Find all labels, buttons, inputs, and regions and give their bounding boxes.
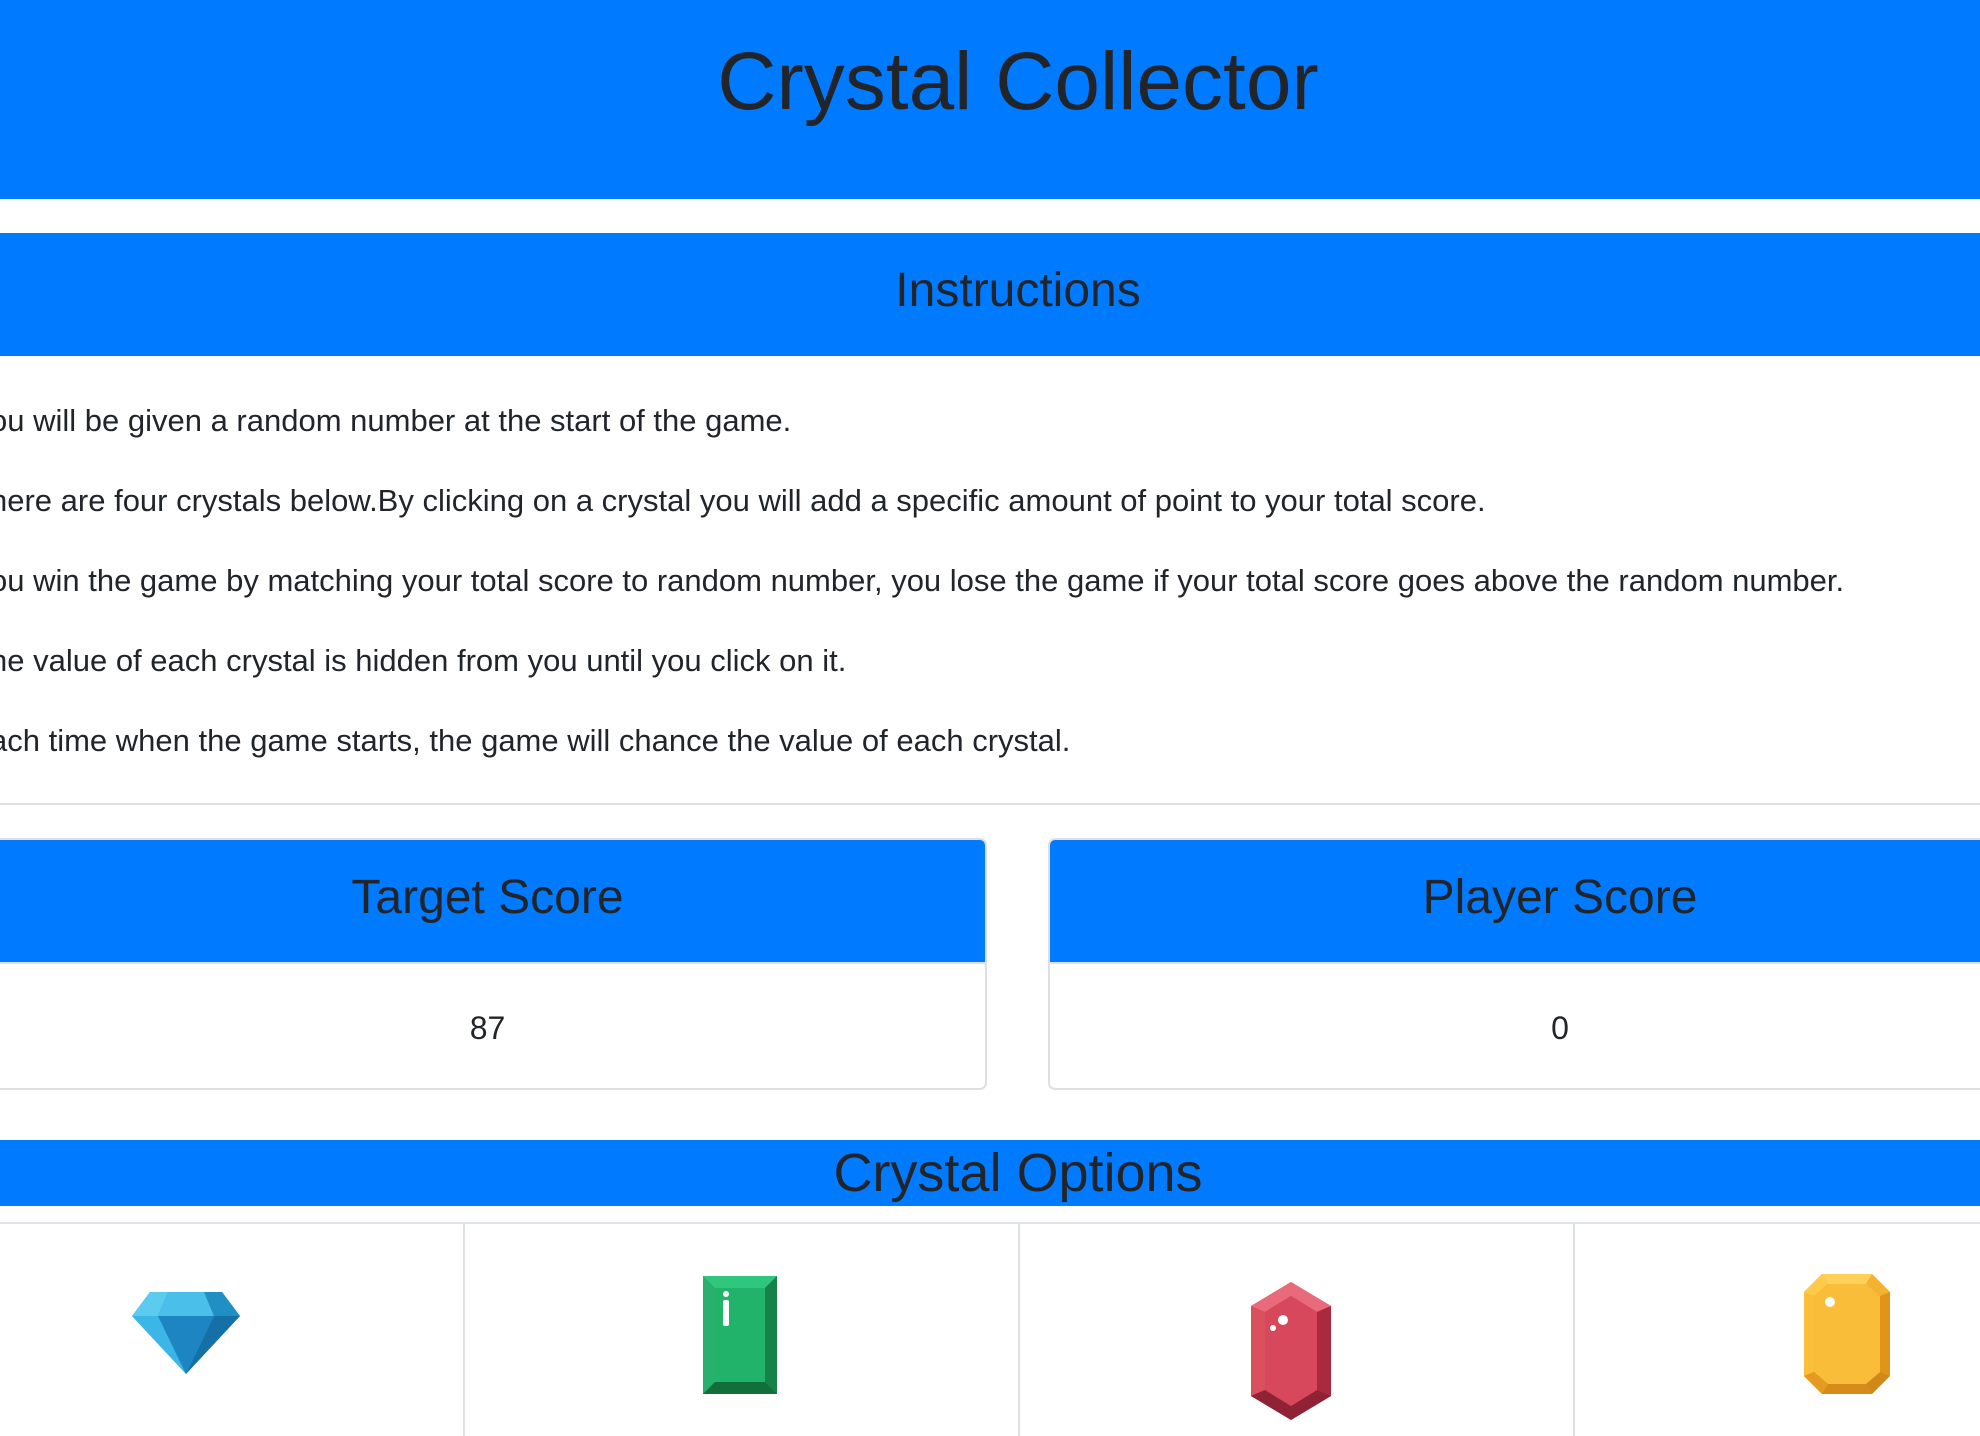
player-score-value: 0 (1050, 962, 1980, 1088)
target-score-label: Target Score (351, 871, 624, 924)
player-score-header: Player Score (1050, 840, 1980, 962)
target-score-header: Target Score (0, 840, 985, 962)
crystal-options-row (0, 1222, 1980, 1436)
instruction-item: ou will be given a random number at the … (0, 403, 792, 438)
title-banner: Crystal Collector (0, 0, 1980, 199)
section-divider (0, 803, 1980, 805)
green-emerald-icon (703, 1276, 777, 1394)
crystal-options-heading: Crystal Options (833, 1143, 1203, 1203)
red-ruby-icon (1251, 1282, 1331, 1420)
target-score-card: Target Score 87 (0, 838, 987, 1090)
player-score-card: Player Score 0 (1048, 838, 1980, 1090)
crystal-button-blue[interactable] (0, 1224, 465, 1436)
target-score-value: 87 (0, 962, 985, 1088)
instruction-item: ou win the game by matching your total s… (0, 563, 1845, 598)
instruction-item: ach time when the game starts, the game … (0, 723, 1071, 758)
crystal-options-banner: Crystal Options (0, 1140, 1980, 1206)
instruction-item: here are four crystals below.By clicking… (0, 483, 1486, 518)
crystal-button-yellow[interactable] (1573, 1224, 1980, 1436)
blue-diamond-icon (132, 1292, 240, 1374)
page-title: Crystal Collector (717, 36, 1319, 127)
instruction-item: he value of each crystal is hidden from … (0, 643, 847, 678)
instructions-list: ou will be given a random number at the … (0, 378, 1980, 778)
yellow-topaz-icon (1804, 1274, 1890, 1394)
crystal-button-green[interactable] (463, 1224, 1020, 1436)
instructions-banner: Instructions (0, 233, 1980, 356)
crystal-button-red[interactable] (1018, 1224, 1575, 1436)
player-score-label: Player Score (1422, 871, 1698, 924)
instructions-heading: Instructions (895, 264, 1141, 317)
crystal-collector-page: Crystal Collector Instructions ou will b… (0, 0, 1980, 1436)
